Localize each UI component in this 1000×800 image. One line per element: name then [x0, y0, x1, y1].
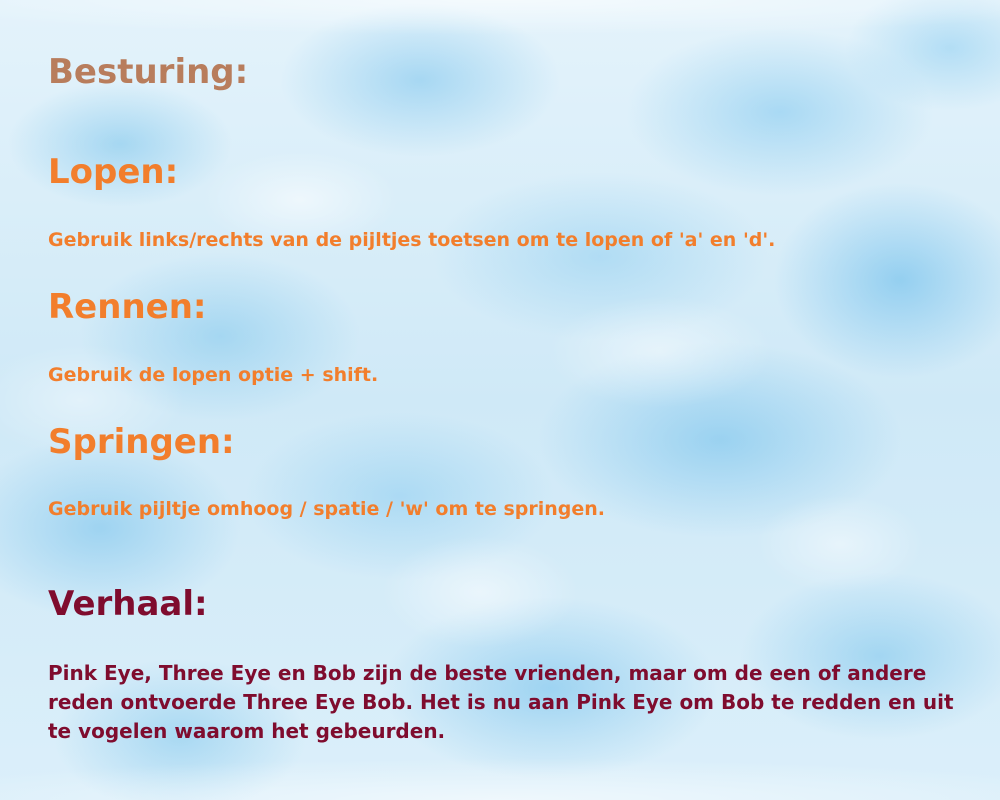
jump-description: Gebruik pijltje omhoog / spatie / 'w' om…: [48, 498, 606, 520]
run-title: Rennen:: [48, 287, 207, 327]
walk-title: Lopen:: [48, 152, 179, 192]
story-heading: Verhaal:: [48, 584, 208, 624]
walk-description: Gebruik links/rechts van de pijltjes toe…: [48, 229, 776, 251]
controls-heading: Besturing:: [48, 52, 249, 92]
jump-title: Springen:: [48, 422, 235, 462]
run-description: Gebruik de lopen optie + shift.: [48, 364, 379, 386]
story-text: Pink Eye, Three Eye en Bob zijn de beste…: [48, 661, 954, 743]
